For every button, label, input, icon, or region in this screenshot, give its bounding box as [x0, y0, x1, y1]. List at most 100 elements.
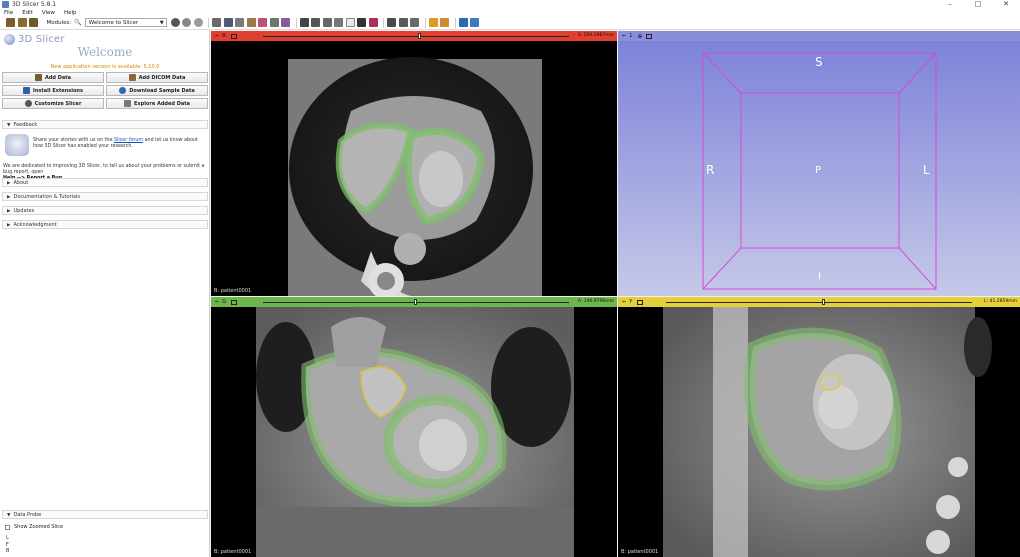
menu-edit[interactable]: Edit — [22, 10, 33, 16]
slicer-logo-icon — [4, 33, 15, 45]
pin-icon[interactable]: ⇐ — [622, 33, 626, 39]
menu-file[interactable]: File — [4, 10, 13, 16]
forward-arrow-icon[interactable] — [193, 18, 203, 27]
models-module-icon[interactable] — [235, 18, 245, 27]
yellow-slice-controller[interactable]: ⇐ Y L: 41.2859mm — [618, 297, 1020, 307]
menu-view[interactable]: View — [42, 10, 55, 16]
crosshair-toggle-icon[interactable] — [334, 18, 344, 27]
capture-icon[interactable] — [387, 18, 397, 27]
add-data-icon — [34, 74, 42, 81]
extensions-icon — [23, 87, 30, 94]
chevron-right-icon: ▶ — [7, 181, 11, 186]
new-version-notice[interactable]: New application version is available: 5.… — [0, 64, 210, 70]
welcome-button-grid: Add Data Add DICOM Data Install Extensio… — [2, 72, 208, 109]
volumes-module-icon[interactable] — [223, 18, 233, 27]
green-slice-slider-handle[interactable] — [414, 299, 417, 305]
view-link-icon[interactable] — [410, 18, 420, 27]
red-view-patient-label: B: patient0001 — [214, 288, 252, 294]
minimize-button[interactable]: – — [936, 0, 964, 9]
chevron-right-icon: ▶ — [7, 223, 11, 228]
toolbar-separator — [454, 17, 456, 28]
red-slice-controller[interactable]: ⇐ R S: 204.3987mm — [211, 31, 617, 41]
view-menu-icon[interactable] — [231, 299, 238, 305]
transforms-module-icon[interactable] — [246, 18, 256, 27]
yellow-slice-offset: L: 41.2859mm — [984, 299, 1017, 304]
python-console-icon[interactable] — [458, 18, 468, 27]
place-markup-icon[interactable] — [357, 18, 367, 27]
red-slice-slider-handle[interactable] — [418, 33, 421, 39]
yellow-slice-slider-track[interactable] — [666, 302, 972, 303]
red-slice-view[interactable]: ⇐ R S: 204.3987mm B: patient0001 — [211, 31, 617, 296]
download-sample-button[interactable]: Download Sample Data — [106, 85, 208, 96]
module-history-icon[interactable] — [170, 18, 180, 27]
customize-slicer-button[interactable]: Customize Slicer — [2, 98, 104, 109]
module-selector[interactable]: Welcome to Slicer ▼ — [84, 18, 167, 27]
docs-section[interactable]: ▶ Documentation & Tutorials — [2, 192, 208, 201]
back-arrow-icon[interactable] — [182, 18, 192, 27]
view-menu-icon[interactable] — [646, 33, 653, 39]
pointer-mode-icon[interactable] — [345, 18, 355, 27]
pin-icon[interactable]: ⇐ — [215, 299, 219, 305]
orientation-label-left: L — [923, 163, 930, 177]
save-icon[interactable] — [29, 18, 38, 27]
slicer-forum-link[interactable]: Slicer forum — [114, 138, 143, 143]
acknowledgment-section[interactable]: ▶ Acknowledgment — [2, 220, 208, 229]
scene-view-icon[interactable] — [398, 18, 408, 27]
yellow-view-name: Y — [629, 299, 633, 305]
about-section[interactable]: ▶ About — [2, 178, 208, 187]
add-dicom-button[interactable]: Add DICOM Data — [106, 72, 208, 83]
green-slice-controller[interactable]: ⇐ G A: 190.9796mm — [211, 297, 617, 307]
yellow-slice-slider-handle[interactable] — [822, 299, 825, 305]
chevron-down-icon: ▼ — [7, 513, 11, 518]
pin-icon[interactable]: ⇐ — [622, 299, 626, 305]
toolbar-separator — [295, 17, 297, 28]
install-extensions-button[interactable]: Install Extensions — [2, 85, 104, 96]
chevron-down-icon: ▼ — [159, 20, 164, 26]
menu-help[interactable]: Help — [64, 10, 77, 16]
view-menu-icon[interactable] — [637, 299, 644, 305]
3d-view-controller[interactable]: ⇐ 1 ⊕ — [618, 31, 1020, 41]
extensions-icon[interactable] — [281, 18, 291, 27]
screenshot-icon[interactable] — [311, 18, 321, 27]
chevron-right-icon: ▶ — [7, 209, 11, 214]
maximize-button[interactable]: □ — [964, 0, 992, 9]
green-slice-view[interactable]: ⇐ G A: 190.9796mm B: patient0001 — [211, 297, 617, 557]
view-menu-icon[interactable] — [230, 33, 237, 39]
window-level-icon[interactable] — [440, 18, 450, 27]
orientation-label-inferior: I — [818, 271, 821, 282]
orientation-label-posterior: P — [815, 165, 822, 176]
feedback-text: Share your stories with us on the Slicer… — [33, 138, 198, 149]
python-icon[interactable] — [470, 18, 480, 27]
red-slice-slider-track[interactable] — [263, 36, 569, 37]
add-data-button[interactable]: Add Data — [2, 72, 104, 83]
chevron-right-icon: ▶ — [7, 195, 11, 200]
crosshair-icon[interactable] — [428, 18, 438, 27]
markup-type-icon[interactable] — [368, 18, 378, 27]
gear-icon — [24, 100, 32, 107]
load-data-icon[interactable] — [6, 18, 15, 27]
window-title: 3D Slicer 5.8.1 — [12, 1, 57, 8]
segment-editor-icon[interactable] — [269, 18, 279, 27]
yellow-slice-view[interactable]: ⇐ Y L: 41.2859mm B: patient0001 — [618, 297, 1020, 557]
explore-data-button[interactable]: Explore Added Data — [106, 98, 208, 109]
view-options-icon[interactable] — [322, 18, 332, 27]
feedback-section[interactable]: ▼ Feedback — [2, 120, 208, 129]
layout-icon[interactable] — [299, 18, 309, 27]
3d-view[interactable]: ⇐ 1 ⊕ S R P L I — [618, 31, 1020, 296]
chevron-down-icon: ▼ — [7, 123, 11, 128]
checkbox-box[interactable] — [5, 524, 10, 530]
orientation-label-superior: S — [815, 55, 823, 69]
probe-coordinates: L F B — [6, 535, 10, 554]
coronal-ct-image — [256, 307, 574, 557]
markups-module-icon[interactable] — [258, 18, 268, 27]
dicom-icon[interactable] — [17, 18, 27, 27]
close-button[interactable]: ✕ — [992, 0, 1020, 9]
data-probe-section[interactable]: ▼ Data Probe — [2, 510, 208, 519]
show-zoomed-slice-checkbox[interactable]: Show Zoomed Slice — [5, 524, 63, 530]
pin-icon[interactable]: ⇐ — [215, 33, 219, 39]
updates-section[interactable]: ▶ Updates — [2, 206, 208, 215]
center-view-icon[interactable]: ⊕ — [637, 33, 642, 40]
module-search-icon[interactable]: 🔍 — [74, 19, 81, 26]
green-view-patient-label: B: patient0001 — [214, 549, 252, 555]
data-module-icon[interactable] — [212, 18, 222, 27]
